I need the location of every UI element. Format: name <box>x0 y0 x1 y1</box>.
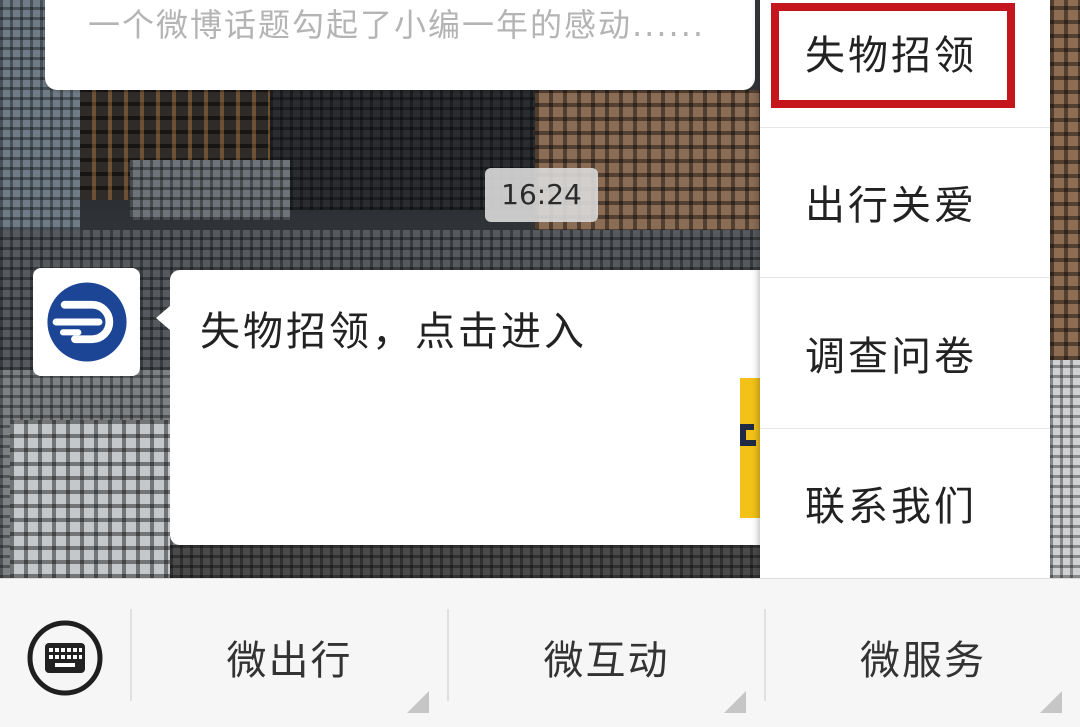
menu-button-label: 微互动 <box>543 638 670 684</box>
metro-logo-icon <box>46 282 127 362</box>
background-building <box>10 420 170 578</box>
submenu-indicator-icon <box>1040 691 1062 713</box>
keyboard-icon <box>27 620 103 696</box>
background-building <box>170 545 760 578</box>
message-bubble[interactable]: 失物招领，点击进入 <box>156 270 770 545</box>
submenu-indicator-icon <box>407 691 429 713</box>
avatar[interactable] <box>33 268 140 376</box>
background-building <box>1050 360 1080 578</box>
menu-button-micro-interact[interactable]: 微互动 <box>449 579 764 727</box>
bottom-menu-bar: 微出行 微互动 微服务 <box>0 578 1080 727</box>
submenu-indicator-icon <box>724 691 746 713</box>
menu-item-survey[interactable]: 调查问卷 <box>760 278 1050 429</box>
keyboard-toggle-button[interactable] <box>26 619 104 697</box>
background-building <box>130 160 290 220</box>
menu-button-micro-service[interactable]: 微服务 <box>766 579 1080 727</box>
partial-card-image <box>740 378 762 518</box>
service-popup-menu: 失物招领 出行关爱 调查问卷 联系我们 <box>760 0 1050 578</box>
menu-item-label: 失物招领 <box>805 32 977 79</box>
menu-item-contact-us[interactable]: 联系我们 <box>760 429 1050 579</box>
article-card[interactable]: 一个微博话题勾起了小编一年的感动...... <box>45 0 755 90</box>
menu-item-label: 调查问卷 <box>805 333 977 380</box>
menu-button-label: 微服务 <box>860 638 986 684</box>
menu-item-label: 联系我们 <box>805 484 977 531</box>
menu-button-micro-travel[interactable]: 微出行 <box>132 579 447 727</box>
background-building <box>1050 0 1080 360</box>
article-preview-text: 一个微博话题勾起了小编一年的感动...... <box>88 6 706 44</box>
menu-item-lost-and-found[interactable]: 失物招领 <box>760 0 1050 128</box>
card-glyph-fragment <box>740 424 756 446</box>
menu-item-travel-care[interactable]: 出行关爱 <box>760 128 1050 278</box>
menu-item-label: 出行关爱 <box>805 183 977 230</box>
message-text: 失物招领，点击进入 <box>200 309 587 355</box>
menu-button-label: 微出行 <box>226 638 353 684</box>
message-timestamp: 16:24 <box>485 168 598 222</box>
